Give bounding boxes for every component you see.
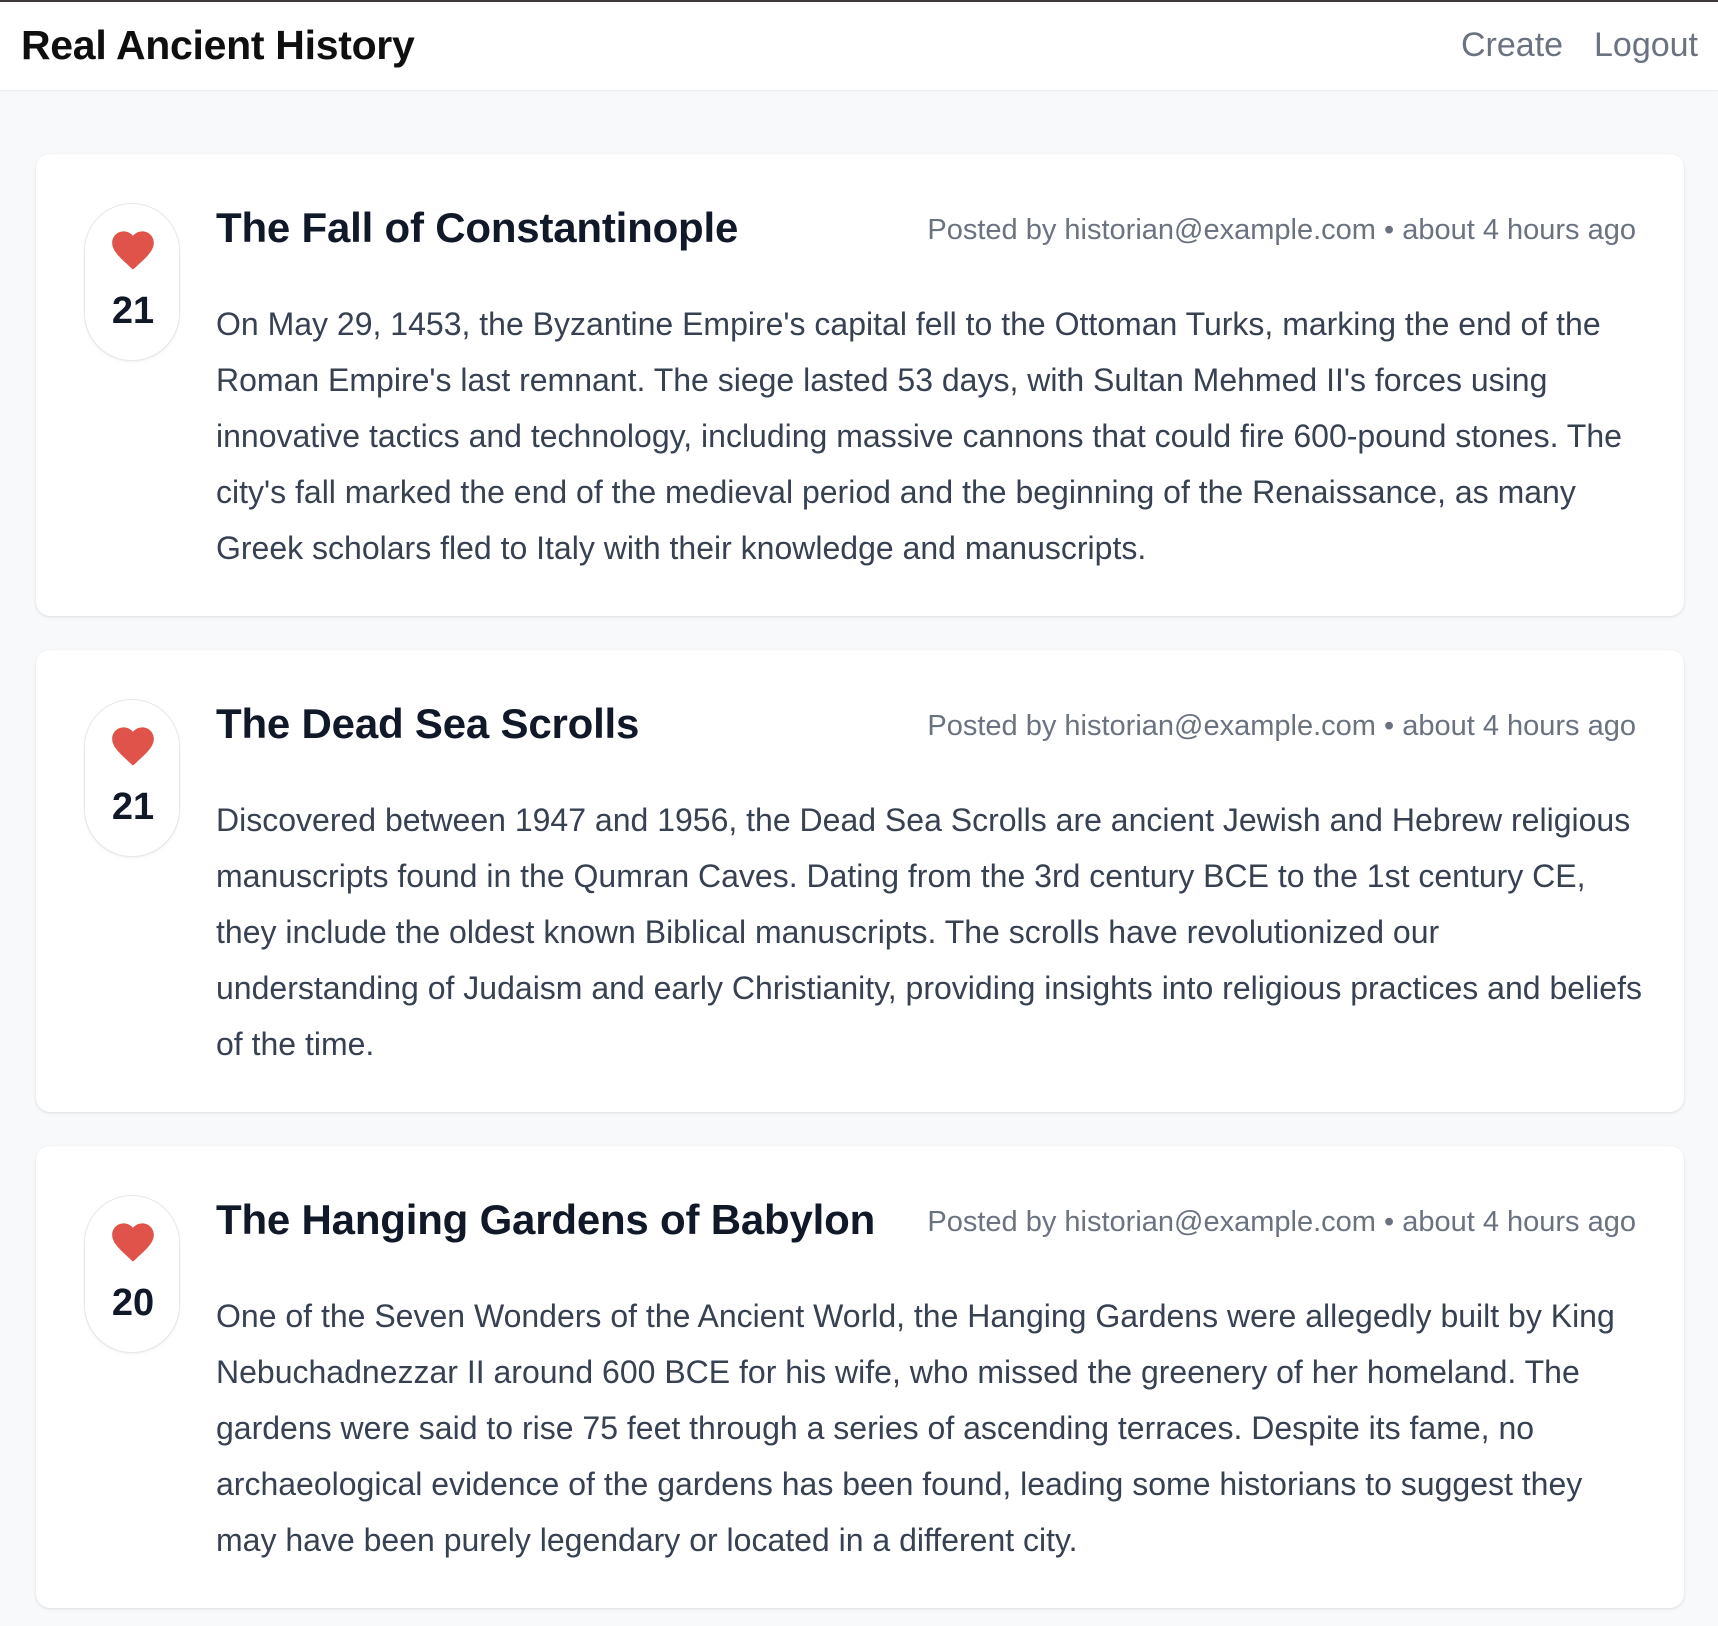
post-body: On May 29, 1453, the Byzantine Empire's … — [216, 306, 1622, 566]
heart-icon — [112, 231, 154, 270]
post-meta: Posted by historian@example.com • about … — [927, 1206, 1636, 1238]
post-title[interactable]: The Dead Sea Scrolls — [216, 700, 639, 748]
create-link[interactable]: Create — [1461, 26, 1563, 65]
like-count: 20 — [111, 1282, 155, 1324]
post-meta: Posted by historian@example.com • about … — [927, 214, 1636, 246]
like-button[interactable]: 21 — [84, 203, 180, 361]
heart-icon — [112, 1223, 154, 1262]
logout-link[interactable]: Logout — [1594, 26, 1698, 65]
site-title[interactable]: Real Ancient History — [21, 22, 415, 69]
post-meta: Posted by historian@example.com • about … — [927, 710, 1636, 742]
like-count: 21 — [111, 786, 155, 828]
like-count: 21 — [111, 290, 155, 332]
post-body: One of the Seven Wonders of the Ancient … — [216, 1298, 1615, 1558]
post-title[interactable]: The Fall of Constantinople — [216, 204, 738, 252]
post-body: Discovered between 1947 and 1956, the De… — [216, 802, 1642, 1062]
post-card: 21 The Dead Sea Scrolls Posted by histor… — [36, 650, 1684, 1112]
post-card: 20 The Hanging Gardens of Babylon Posted… — [36, 1146, 1684, 1608]
like-button[interactable]: 20 — [84, 1195, 180, 1353]
like-button[interactable]: 21 — [84, 699, 180, 857]
post-card: 21 The Fall of Constantinople Posted by … — [36, 154, 1684, 616]
navbar: Real Ancient History Create Logout — [0, 2, 1718, 91]
heart-icon — [112, 727, 154, 766]
post-title[interactable]: The Hanging Gardens of Babylon — [216, 1196, 875, 1244]
